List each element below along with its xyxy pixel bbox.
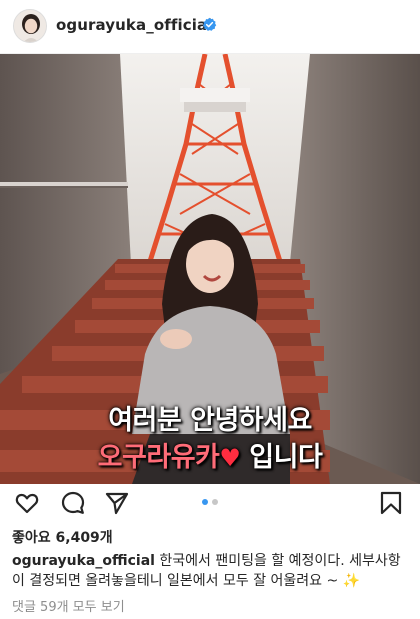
avatar-image [14, 10, 46, 42]
post-header: ogurayuka_official [0, 0, 420, 54]
post-media[interactable]: 여러분 안녕하세요 오구라유카♥ 입니다 [0, 54, 420, 484]
overlay-introduction: 오구라유카♥ 입니다 [0, 435, 420, 474]
avatar[interactable] [13, 9, 47, 43]
heart-emoji-icon: ♥ [219, 444, 241, 472]
comment-icon[interactable] [60, 490, 86, 516]
carousel-dot [212, 499, 218, 505]
overlay-name: 오구라유카 [97, 442, 220, 473]
bookmark-icon[interactable] [378, 490, 404, 516]
view-all-comments-link[interactable]: 댓글 59개 모두 보기 [12, 596, 125, 615]
post-username[interactable]: ogurayuka_official [56, 16, 212, 34]
post-caption: ogurayuka_official 한국에서 팬미팅을 할 예정이다. 세부사… [12, 551, 412, 591]
carousel-indicator [200, 499, 220, 507]
caption-username[interactable]: ogurayuka_official [12, 553, 155, 569]
overlay-greeting: 여러분 안녕하세요 [108, 405, 312, 436]
heart-outline-icon[interactable] [14, 490, 40, 516]
verified-badge-icon [202, 17, 217, 31]
overlay-suffix: 입니다 [240, 442, 323, 473]
share-icon[interactable] [104, 490, 130, 516]
likes-count[interactable]: 좋아요 6,409개 [12, 527, 113, 547]
carousel-dot-active [202, 499, 208, 505]
